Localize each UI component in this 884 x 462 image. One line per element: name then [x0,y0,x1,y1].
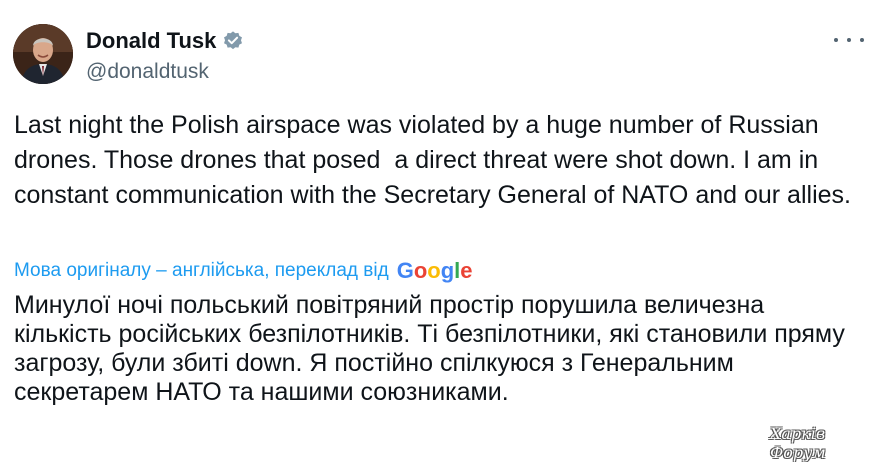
author-handle[interactable]: @donaldtusk [86,58,209,86]
google-logo-letter: g [440,258,455,283]
verified-badge-icon [222,30,244,52]
avatar-photo [13,24,73,84]
author-name-row[interactable]: Donald Tusk [86,27,244,55]
avatar[interactable] [13,24,73,84]
more-dot [834,38,838,42]
translation-note[interactable]: Мова оригіналу – англійська, переклад ві… [14,256,473,286]
author-display-name[interactable]: Donald Tusk [86,27,216,55]
tweet-text: Last night the Polish airspace was viola… [14,111,851,209]
more-dot [847,38,851,42]
translation-note-label[interactable]: Мова оригіналу – англійська, переклад ві… [14,260,389,282]
google-logo-letter: o [427,258,441,283]
google-logo: Google [397,256,473,286]
translated-text: Минулої ночі польський повітряний прості… [14,291,852,406]
watermark: Харків Форум [770,424,826,462]
google-logo-letter: G [396,258,414,283]
google-logo-letter: e [460,258,473,283]
google-logo-letter: o [413,258,428,283]
more-options-icon[interactable] [834,28,864,52]
more-dot [860,38,864,42]
